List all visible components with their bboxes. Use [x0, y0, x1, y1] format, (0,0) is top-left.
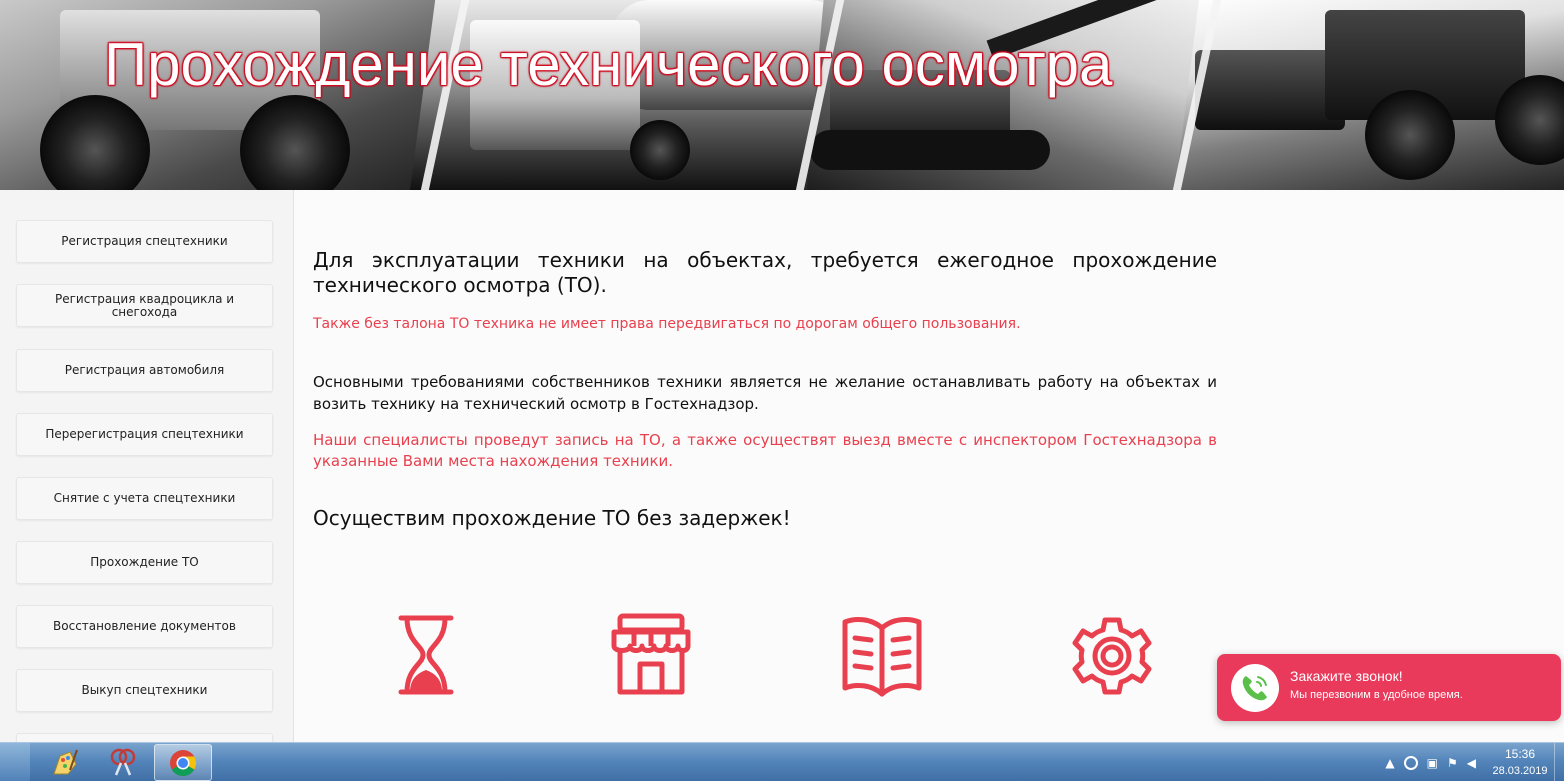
sidebar-menu: Регистрация спецтехники Регистрация квад…: [0, 190, 294, 742]
windows-taskbar: ▲ ▣ ⚑ ◀ 15:36 28.03.2019: [0, 742, 1564, 781]
sidebar-item-label: Регистрация автомобиля: [64, 363, 225, 377]
banner-title: Прохождение технического осмотра: [104, 31, 1113, 98]
sidebar-item-reregistration[interactable]: Перерегистрация спецтехники: [16, 413, 273, 456]
system-tray: ▲ ▣ ⚑ ◀: [1385, 743, 1476, 781]
header-banner: Прохождение технического осмотра: [0, 0, 1564, 190]
hourglass-icon: [398, 615, 454, 695]
sidebar-item-inspection[interactable]: Прохождение ТО: [16, 541, 273, 584]
sidebar-item-label: Выкуп спецтехники: [81, 683, 208, 697]
callback-subtitle: Мы перезвоним в удобное время.: [1290, 689, 1463, 701]
taskbar-app-chrome[interactable]: [154, 744, 212, 781]
sidebar-item-registration-atv[interactable]: Регистрация квадроцикла и снегохода: [16, 284, 273, 327]
requirements-paragraph: Основными требованиями собственников тех…: [313, 373, 1217, 413]
sidebar-item-more[interactable]: [16, 733, 273, 742]
sidebar-item-label: Регистрация квадроцикла и снегохода: [54, 291, 235, 319]
sidebar-item-buyout[interactable]: Выкуп спецтехники: [16, 669, 273, 712]
section-subheading: Осуществим прохождение ТО без задержек!: [313, 506, 791, 530]
taskbar-app-paint[interactable]: [36, 744, 94, 781]
tray-app-icon[interactable]: [1403, 755, 1418, 770]
taskbar-clock[interactable]: 15:36 28.03.2019: [1488, 747, 1552, 779]
sidebar-item-label: Снятие с учета спецтехники: [53, 491, 236, 505]
chrome-icon: [170, 749, 197, 776]
gear-icon: [1072, 617, 1152, 695]
callback-widget[interactable]: Закажите звонок! Мы перезвоним в удобное…: [1217, 654, 1561, 721]
specialists-note: Наши специалисты проведут запись на ТО, …: [313, 431, 1217, 470]
start-button[interactable]: [0, 743, 30, 781]
intro-note: Также без талона ТО техника не имеет пра…: [313, 316, 1021, 332]
clock-time: 15:36: [1504, 747, 1536, 761]
network-icon[interactable]: ▣: [1427, 756, 1438, 770]
sidebar-item-registration-special[interactable]: Регистрация спецтехники: [16, 220, 273, 263]
sidebar-item-label: Регистрация спецтехники: [61, 234, 228, 248]
sidebar-item-deregistration[interactable]: Снятие с учета спецтехники: [16, 477, 273, 520]
sidebar-item-label: Прохождение ТО: [90, 555, 199, 569]
sidebar-item-documents-recovery[interactable]: Восстановление документов: [16, 605, 273, 648]
show-desktop-button[interactable]: [1554, 743, 1564, 781]
taskbar-app-snipping[interactable]: [94, 744, 152, 781]
snipping-tool-icon: [110, 748, 136, 775]
book-icon: [842, 617, 922, 697]
phone-icon: [1242, 676, 1267, 701]
callback-title: Закажите звонок!: [1290, 668, 1403, 684]
intro-heading: Для эксплуатации техники на объектах, тр…: [313, 248, 1217, 297]
main-content: Для эксплуатации техники на объектах, тр…: [313, 190, 1217, 742]
sidebar-item-registration-car[interactable]: Регистрация автомобиля: [16, 349, 273, 392]
volume-icon[interactable]: ◀: [1467, 756, 1476, 770]
store-icon: [611, 613, 691, 695]
banner-photo-loader: [1175, 0, 1564, 190]
clock-date: 28.03.2019: [1492, 765, 1548, 777]
sidebar-item-label: Восстановление документов: [53, 619, 236, 633]
flag-icon[interactable]: ⚑: [1447, 756, 1458, 770]
sidebar-item-label: Перерегистрация спецтехники: [45, 427, 244, 441]
paint-icon: [53, 749, 78, 774]
callback-phone-button[interactable]: [1231, 664, 1279, 712]
tray-expand-icon[interactable]: ▲: [1385, 756, 1394, 770]
